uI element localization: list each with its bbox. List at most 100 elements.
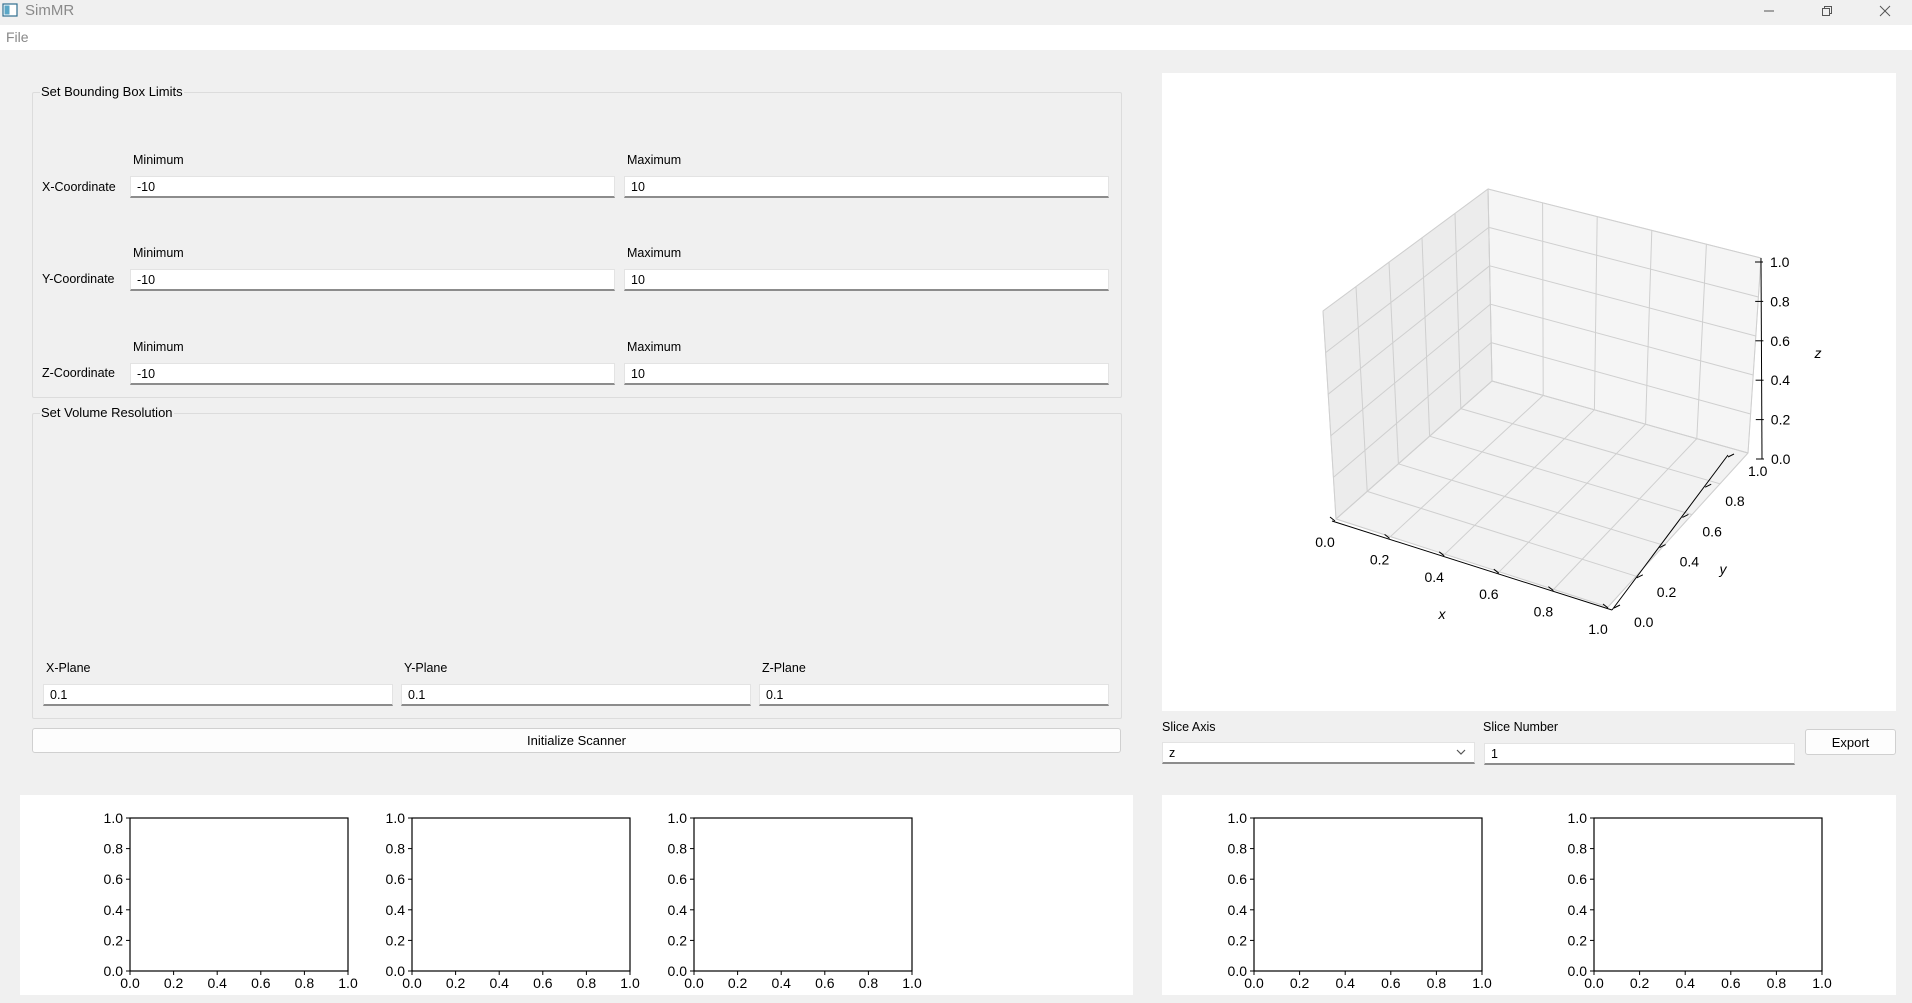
x-tick-label: 0.6 [815, 975, 835, 991]
y-tick-label: 0.4 [1680, 554, 1700, 570]
bounding-box-group [32, 92, 1122, 398]
y-tick-label: 0.4 [104, 902, 124, 918]
z-max-label: Maximum [627, 340, 682, 354]
z-axis-label: z [1814, 345, 1822, 361]
x-tick-label: 0.8 [295, 975, 315, 991]
x-min-label: Minimum [133, 153, 184, 167]
y-tick-label: 0.4 [386, 902, 406, 918]
y-tick-label: 0.0 [386, 963, 406, 979]
y-tick-label: 0.8 [1568, 841, 1588, 857]
y-max-label: Maximum [627, 246, 682, 260]
y-tick-label: 0.2 [1657, 584, 1677, 600]
x-max-label: Maximum [627, 153, 682, 167]
y-tick-label: 0.0 [1568, 963, 1588, 979]
z-max-input[interactable]: 10 [624, 363, 1109, 385]
y-plane-input[interactable]: 0.1 [401, 684, 751, 706]
plot-frame [1593, 817, 1823, 972]
x-tick-label: 0.4 [207, 975, 227, 991]
y-tick-label: 0.0 [1228, 963, 1248, 979]
z-plane-label: Z-Plane [762, 661, 806, 675]
z-tick-label: 1.0 [1770, 254, 1790, 270]
title-bar [0, 0, 1912, 24]
x-tick-label: 0.4 [1335, 975, 1355, 991]
y-tick-label: 0.6 [1702, 523, 1722, 539]
slice-number-input[interactable]: 1 [1484, 743, 1795, 765]
resolution-title: Set Volume Resolution [40, 405, 174, 420]
z-axis-line [1760, 257, 1763, 460]
x-tick-label: 0.8 [1767, 975, 1787, 991]
y-min-label: Minimum [133, 246, 184, 260]
x-tick-label: 0.0 [1584, 975, 1604, 991]
close-button[interactable] [1862, 0, 1908, 22]
y-tick-label: 0.2 [386, 932, 406, 948]
slice-plots-canvas-right: 0.0 0.2 0.4 0.6 0.8 1.0 0.0 0.2 0.4 0.6 0.8 1.0 0.0 0… [1162, 795, 1896, 995]
slice-axis-label: Slice Axis [1162, 720, 1216, 734]
y-min-input[interactable]: -10 [130, 269, 615, 291]
slice-plots-left: 0.0 0.2 0.4 0.6 0.8 1.00.00.20.40.60.81.00.0 0… [104, 810, 922, 991]
x-plane-label: X-Plane [46, 661, 91, 675]
plot-3d-canvas: 0.0 0.2 0.4 0.6 0.8 1.0 0.0 0.2 0.4 0.6 0.8 1.0 0.0 0… [1162, 73, 1896, 711]
y-tick-label: 0.8 [104, 841, 124, 857]
x-tick-label: 0.0 [120, 975, 140, 991]
y-tick-label: 0.6 [1228, 871, 1248, 887]
x-tick [1329, 516, 1336, 522]
restore-icon [1822, 6, 1832, 16]
window-title: SimMR [25, 2, 75, 19]
plot-frame [693, 817, 913, 972]
resolution-group [32, 413, 1122, 719]
menu-file[interactable]: File [6, 29, 29, 45]
x-tick-label: 0.4 [1424, 569, 1444, 585]
z-tick-label: 0.6 [1770, 333, 1790, 349]
plot-3d: 0.00.20.40.60.81.0 0.00.20.40.60.81.00.00… [1315, 188, 1822, 637]
y-tick-label: 1.0 [1568, 810, 1588, 826]
restore-button[interactable] [1804, 0, 1850, 22]
z-tick-label: 0.8 [1770, 293, 1790, 309]
y-tick-label: 0.4 [668, 902, 688, 918]
slice-axis-value: z [1169, 746, 1176, 760]
x-tick-label: 0.2 [728, 975, 748, 991]
y-max-input[interactable]: 10 [624, 269, 1109, 291]
x-tick-label: 0.0 [684, 975, 704, 991]
x-plane-input[interactable]: 0.1 [43, 684, 393, 706]
close-icon [1879, 5, 1891, 17]
z-coordinate-label: Z-Coordinate [42, 366, 115, 380]
z-tick-label: 0.0 [1771, 451, 1791, 467]
x-tick-label: 0.8 [1534, 604, 1554, 620]
x-axis-label: x [1438, 606, 1447, 622]
minimize-button[interactable] [1746, 0, 1792, 22]
z-min-label: Minimum [133, 340, 184, 354]
z-plane-input[interactable]: 0.1 [759, 684, 1109, 706]
slice-plot-4: 0.0 0.2 0.4 0.6 0.8 1.0 0.0 0.2 0.4 0.6 0.8 1.0 [1228, 810, 1492, 991]
x-tick-label: 0.2 [164, 975, 184, 991]
x-tick-label: 0.6 [1381, 975, 1401, 991]
slice-axis-select[interactable]: z [1162, 742, 1475, 764]
y-tick-label: 0.2 [1568, 932, 1588, 948]
x-tick-label: 0.0 [402, 975, 422, 991]
export-button[interactable]: Export [1805, 729, 1896, 755]
plot-frame [411, 817, 631, 972]
x-tick-label: 0.8 [577, 975, 597, 991]
initialize-scanner-button[interactable]: Initialize Scanner [32, 728, 1121, 753]
x-min-input[interactable]: -10 [130, 176, 615, 198]
chevron-down-icon [1456, 749, 1466, 755]
y-tick-label: 0.2 [1228, 932, 1248, 948]
bounding-box-title: Set Bounding Box Limits [40, 84, 184, 99]
y-tick-label: 0.4 [1568, 902, 1588, 918]
x-tick-label: 0.8 [859, 975, 879, 991]
y-tick-label: 0.6 [104, 871, 124, 887]
y-tick-label: 1.0 [386, 810, 406, 826]
y-tick-label: 0.0 [668, 963, 688, 979]
x-tick-label: 1.0 [1588, 621, 1608, 637]
x-tick-label: 0.4 [1675, 975, 1695, 991]
x-max-input[interactable]: 10 [624, 176, 1109, 198]
app-icon [2, 3, 18, 17]
y-tick-label: 0.8 [386, 841, 406, 857]
y-tick-label: 0.2 [668, 932, 688, 948]
y-tick-label: 0.4 [1228, 902, 1248, 918]
z-tick-label: 0.2 [1771, 412, 1791, 428]
z-min-input[interactable]: -10 [130, 363, 615, 385]
y-tick-label: 0.6 [668, 871, 688, 887]
y-tick-label: 0.6 [386, 871, 406, 887]
x-tick-label: 0.8 [1427, 975, 1447, 991]
x-tick-label: 1.0 [902, 975, 922, 991]
